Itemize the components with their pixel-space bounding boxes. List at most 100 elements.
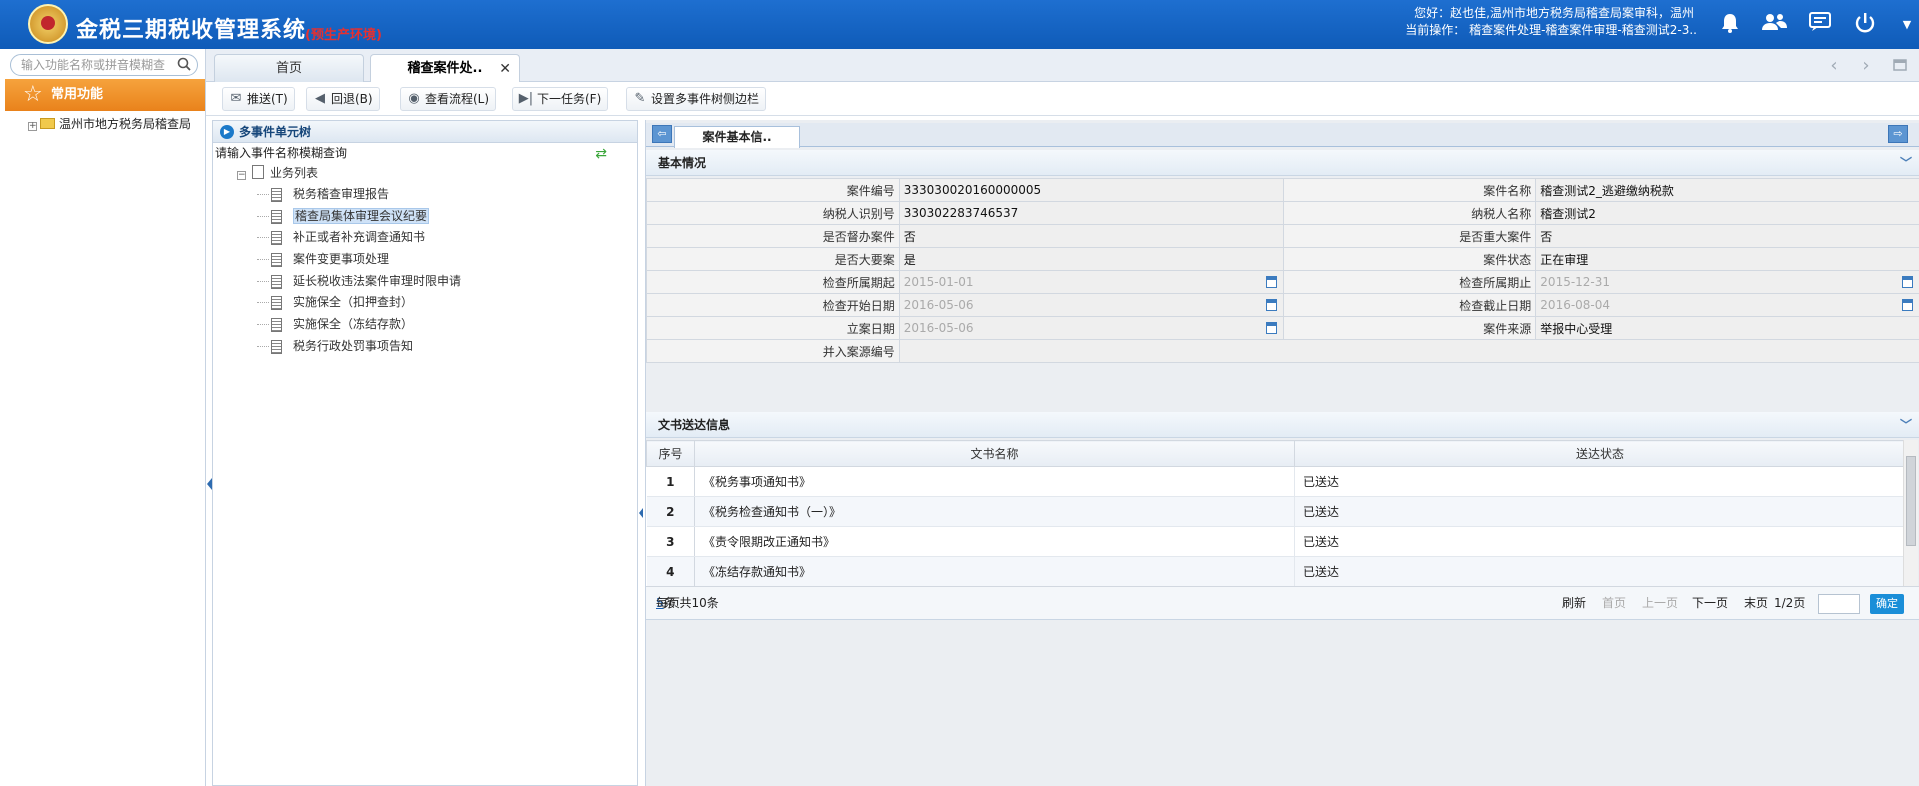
table-scrollbar[interactable]	[1903, 440, 1918, 586]
tab-case-handling[interactable]: 稽查案件处.. ✕	[370, 54, 520, 82]
tree-item[interactable]: 税务行政处罚事项告知	[213, 336, 637, 358]
bell-icon[interactable]	[1717, 12, 1743, 38]
tree-root-label: 业务列表	[270, 166, 319, 180]
column-header[interactable]: 序号	[646, 440, 695, 467]
message-icon[interactable]	[1807, 12, 1833, 38]
refresh-link[interactable]: 刷新	[1562, 587, 1586, 619]
action-toolbar: ✉ 推送(T) ◀ 回退(B) ◉ 查看流程(L) ▶| 下一任务(F) ✎ 设置多事件树…	[206, 82, 1919, 116]
calendar-icon[interactable]	[1902, 299, 1913, 311]
document-icon	[271, 209, 282, 224]
taxpayer-id-field[interactable]: 330302283746537	[898, 201, 1284, 225]
left-sidebar: 输入功能名称或拼音模糊查 ☆ 常用功能 + 温州市地方税务局稽查局	[0, 49, 206, 786]
tab-prev-icon[interactable]: ‹	[1824, 55, 1844, 77]
tab-case-basic-info[interactable]: 案件基本信..	[674, 126, 800, 148]
view-flow-button[interactable]: ◉ 查看流程(L)	[400, 87, 497, 111]
expand-plus-icon[interactable]: +	[28, 122, 37, 131]
power-icon[interactable]	[1852, 12, 1878, 38]
tree-item-selected[interactable]: 稽查局集体审理会议纪要	[213, 206, 637, 228]
row-number: 3	[646, 526, 695, 557]
event-search-input[interactable]: 请输入事件名称模糊查询 ⇄	[213, 143, 637, 163]
doc-name-cell: 《冻结存款通知书》	[694, 556, 1295, 586]
list-icon	[252, 165, 264, 179]
table-row[interactable]: 4 《冻结存款通知书》 已送达	[646, 556, 1906, 586]
tree-item[interactable]: 案件变更事项处理	[213, 249, 637, 271]
case-no-label: 案件编号	[646, 178, 900, 202]
push-button[interactable]: ✉ 推送(T)	[222, 87, 295, 111]
check-end-field[interactable]: 2016-08-04	[1535, 293, 1919, 317]
tree-item[interactable]: 税务稽查审理报告	[213, 184, 637, 206]
collapse-minus-icon[interactable]: −	[237, 171, 246, 180]
document-icon	[271, 253, 282, 268]
org-tree-node[interactable]: + 温州市地方税务局稽查局	[28, 115, 191, 132]
chevron-down-icon[interactable]: ﹀	[1900, 412, 1912, 438]
maximize-icon[interactable]	[1890, 55, 1910, 77]
basic-info-section-header[interactable]: 基本情况 ﹀	[646, 150, 1919, 176]
column-header[interactable]: 送达状态	[1294, 440, 1906, 467]
last-page-link[interactable]: 末页	[1744, 587, 1768, 619]
calendar-icon[interactable]	[1265, 299, 1277, 311]
next-task-button[interactable]: ▶| 下一任务(F)	[512, 87, 609, 111]
calendar-icon[interactable]	[1265, 322, 1277, 334]
case-source-label: 案件来源	[1282, 316, 1537, 340]
chevron-down-icon[interactable]: ﹀	[1900, 150, 1912, 176]
tree-item[interactable]: 实施保全（扣押查封）	[213, 292, 637, 314]
tree-item[interactable]: 实施保全（冻结存款）	[213, 314, 637, 336]
tab-home[interactable]: 首页	[214, 54, 364, 82]
table-row[interactable]: 1 《税务事项通知书》 已送达	[646, 466, 1906, 497]
refresh-icon[interactable]: ⇄	[595, 144, 607, 164]
tree-collapse-handle[interactable]	[639, 508, 643, 518]
back-button[interactable]: ◀ 回退(B)	[306, 87, 380, 111]
column-header[interactable]: 文书名称	[694, 440, 1295, 467]
sidebar-setting-label: 设置多事件树侧边栏	[651, 92, 760, 106]
case-no-field[interactable]: 333030020160000005	[898, 178, 1284, 202]
favorites-header[interactable]: ☆ 常用功能	[5, 79, 205, 111]
tab-next-icon[interactable]: ›	[1856, 55, 1876, 77]
period-end-field[interactable]: 2015-12-31	[1535, 270, 1919, 294]
case-name-field[interactable]: 稽查测试2_逃避缴纳税款	[1535, 178, 1919, 202]
merged-case-field[interactable]	[898, 339, 1919, 363]
sidebar-setting-button[interactable]: ✎ 设置多事件树侧边栏	[626, 87, 767, 111]
tree-item[interactable]: 延长税收违法案件审理时限申请	[213, 271, 637, 293]
table-row[interactable]: 3 《责令限期改正通知书》 已送达	[646, 526, 1906, 557]
users-icon[interactable]	[1762, 12, 1788, 38]
app-title: 金税三期税收管理系统	[76, 18, 307, 43]
supervised-field[interactable]: 否	[898, 224, 1284, 248]
push-label: 推送(T)	[247, 92, 288, 106]
taxpayer-id-label: 纳税人识别号	[646, 201, 900, 225]
delivery-status-cell: 已送达	[1294, 556, 1906, 586]
table-row[interactable]: 2 《税务检查通知书（一）》 已送达	[646, 496, 1906, 527]
prev-page-link[interactable]: 上一页	[1642, 587, 1678, 619]
close-icon[interactable]: ✕	[499, 55, 511, 83]
filing-date-label: 立案日期	[646, 316, 900, 340]
first-page-link[interactable]: 首页	[1602, 587, 1626, 619]
go-button[interactable]: 确定	[1870, 594, 1904, 614]
case-detail-panel: ⇦ 案件基本信.. ⇨ 基本情况 ﹀ 案件编号 3330300201600000…	[645, 120, 1919, 786]
next-page-link[interactable]: 下一页	[1692, 587, 1728, 619]
check-start-field[interactable]: 2016-05-06	[898, 293, 1284, 317]
tab-home-label: 首页	[275, 61, 302, 76]
case-source-field[interactable]: 举报中心受理	[1535, 316, 1919, 340]
taxpayer-name-field[interactable]: 稽查测试2	[1535, 201, 1919, 225]
page-indicator: 1/2页	[1774, 596, 1806, 610]
major-field[interactable]: 否	[1535, 224, 1919, 248]
calendar-icon[interactable]	[1265, 276, 1277, 288]
scroll-right-icon[interactable]: ⇨	[1888, 125, 1908, 143]
filing-date-field[interactable]: 2016-05-06	[898, 316, 1284, 340]
tree-item[interactable]: 补正或者补充调查通知书	[213, 227, 637, 249]
page-number-input[interactable]	[1818, 594, 1860, 614]
period-start-field[interactable]: 2015-01-01	[898, 270, 1284, 294]
scroll-left-icon[interactable]: ⇦	[652, 125, 672, 143]
doc-delivery-section-header[interactable]: 文书送达信息 ﹀	[646, 412, 1919, 438]
basic-info-title: 基本情况	[658, 156, 707, 170]
scrollbar-thumb[interactable]	[1906, 456, 1916, 546]
tree-item-label: 实施保全（扣押查封）	[293, 295, 414, 310]
tree-root-business-list[interactable]: − 业务列表	[213, 163, 637, 184]
search-icon[interactable]	[177, 57, 191, 71]
key-case-field[interactable]: 是	[898, 247, 1284, 271]
chevron-down-icon[interactable]: ▼	[1894, 12, 1919, 38]
calendar-icon[interactable]	[1902, 276, 1913, 288]
view-flow-label: 查看流程(L)	[425, 92, 490, 106]
check-end-label: 检查截止日期	[1282, 293, 1537, 317]
function-search-input[interactable]: 输入功能名称或拼音模糊查	[10, 54, 198, 76]
case-status-field[interactable]: 正在审理	[1535, 247, 1919, 271]
